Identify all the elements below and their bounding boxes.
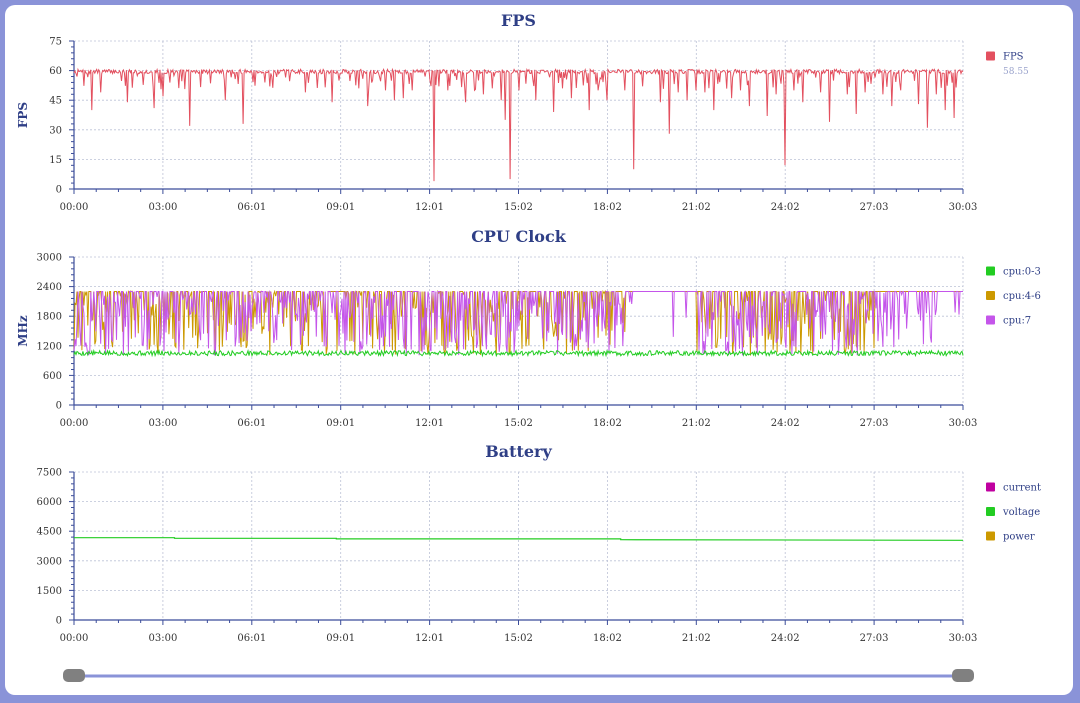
- legend-label: current: [1003, 483, 1041, 494]
- x-tick-label: 06:01: [237, 633, 266, 644]
- x-tick-label: 27:03: [860, 633, 889, 644]
- legend-label: cpu:7: [1003, 316, 1031, 327]
- y-tick-label: 0: [56, 185, 62, 196]
- x-tick-label: 12:01: [415, 633, 444, 644]
- legend-value: 58.55: [1003, 67, 1029, 77]
- y-tick-label: 6000: [37, 497, 62, 508]
- y-tick-label: 45: [49, 96, 62, 107]
- y-tick-label: 60: [49, 66, 62, 77]
- legend-label: voltage: [1002, 507, 1040, 518]
- x-tick-label: 21:02: [682, 202, 711, 213]
- legend-label: FPS: [1003, 52, 1024, 63]
- x-tick-label: 00:00: [60, 633, 89, 644]
- x-tick-label: 18:02: [593, 418, 622, 429]
- legend-label: cpu:0-3: [1003, 267, 1041, 278]
- x-tick-label: 12:01: [415, 418, 444, 429]
- x-tick-label: 21:02: [682, 633, 711, 644]
- x-tick-label: 06:01: [237, 202, 266, 213]
- series-line-voltage: [74, 537, 964, 541]
- chart-cpu-clock: CPU Clock MHz 0 600 1200 1800 2400 3000 00:00 03:…: [16, 227, 1041, 429]
- x-tick-label: 24:02: [771, 633, 800, 644]
- chart-fps: FPS FPS 0 15 30 45 60 75 00:00 03:00 06:01 09:01 12:…: [16, 11, 1029, 213]
- slider-handle-left[interactable]: [63, 669, 85, 682]
- y-tick-label: 4500: [37, 527, 62, 538]
- y-tick-label: 600: [43, 371, 62, 382]
- x-tick-label: 18:02: [593, 202, 622, 213]
- x-tick-label: 30:03: [949, 633, 978, 644]
- x-tick-label: 15:02: [504, 202, 533, 213]
- range-slider[interactable]: [63, 669, 974, 682]
- y-tick-label: 0: [56, 616, 62, 627]
- legend-swatch: [986, 507, 995, 516]
- y-tick-label: 3000: [37, 253, 62, 264]
- y-tick-label: 30: [49, 125, 62, 136]
- y-tick-label: 15: [49, 155, 62, 166]
- x-tick-label: 21:02: [682, 418, 711, 429]
- legend-swatch: [986, 291, 995, 300]
- y-tick-label: 7500: [37, 468, 62, 479]
- x-tick-label: 03:00: [148, 418, 177, 429]
- chart-title: FPS: [501, 11, 536, 30]
- legend-swatch: [986, 482, 995, 492]
- legend-swatch: [986, 531, 995, 541]
- chart-title: CPU Clock: [471, 227, 567, 246]
- charts-canvas: FPS FPS 0 15 30 45 60 75 00:00 03:00 06:01 09:01 12:…: [16, 11, 1041, 682]
- x-tick-label: 03:00: [148, 633, 177, 644]
- x-tick-label: 12:01: [415, 202, 444, 213]
- x-tick-label: 06:01: [237, 418, 266, 429]
- y-tick-label: 1800: [37, 312, 62, 323]
- x-tick-label: 15:02: [504, 633, 533, 644]
- x-tick-label: 09:01: [326, 202, 355, 213]
- x-tick-label: 00:00: [60, 418, 89, 429]
- y-tick-label: 3000: [37, 556, 62, 567]
- y-axis-label: FPS: [16, 102, 30, 128]
- chart-battery: Battery 0 1500 3000 4500 6000 7500 00:00 03:00 06…: [37, 442, 1041, 644]
- x-tick-label: 24:02: [771, 202, 800, 213]
- x-tick-label: 00:00: [60, 202, 89, 213]
- x-tick-label: 24:02: [771, 418, 800, 429]
- chart-title: Battery: [485, 442, 552, 461]
- legend-label: power: [1003, 532, 1035, 543]
- x-tick-label: 30:03: [949, 202, 978, 213]
- y-tick-label: 1200: [37, 341, 62, 352]
- x-tick-label: 15:02: [504, 418, 533, 429]
- x-tick-label: 18:02: [593, 633, 622, 644]
- x-tick-label: 09:01: [326, 418, 355, 429]
- legend-swatch: [986, 266, 995, 276]
- x-tick-label: 09:01: [326, 633, 355, 644]
- y-tick-label: 75: [49, 37, 62, 48]
- y-tick-label: 2400: [37, 282, 62, 293]
- x-tick-label: 27:03: [860, 418, 889, 429]
- y-tick-label: 0: [56, 401, 62, 412]
- x-tick-label: 27:03: [860, 202, 889, 213]
- legend-label: cpu:4-6: [1003, 291, 1041, 302]
- legend-swatch: [986, 51, 995, 61]
- y-axis-label: MHz: [16, 315, 30, 347]
- y-tick-label: 1500: [37, 586, 62, 597]
- x-tick-label: 03:00: [148, 202, 177, 213]
- legend-swatch: [986, 315, 995, 325]
- slider-handle-right[interactable]: [952, 669, 974, 682]
- x-tick-label: 30:03: [949, 418, 978, 429]
